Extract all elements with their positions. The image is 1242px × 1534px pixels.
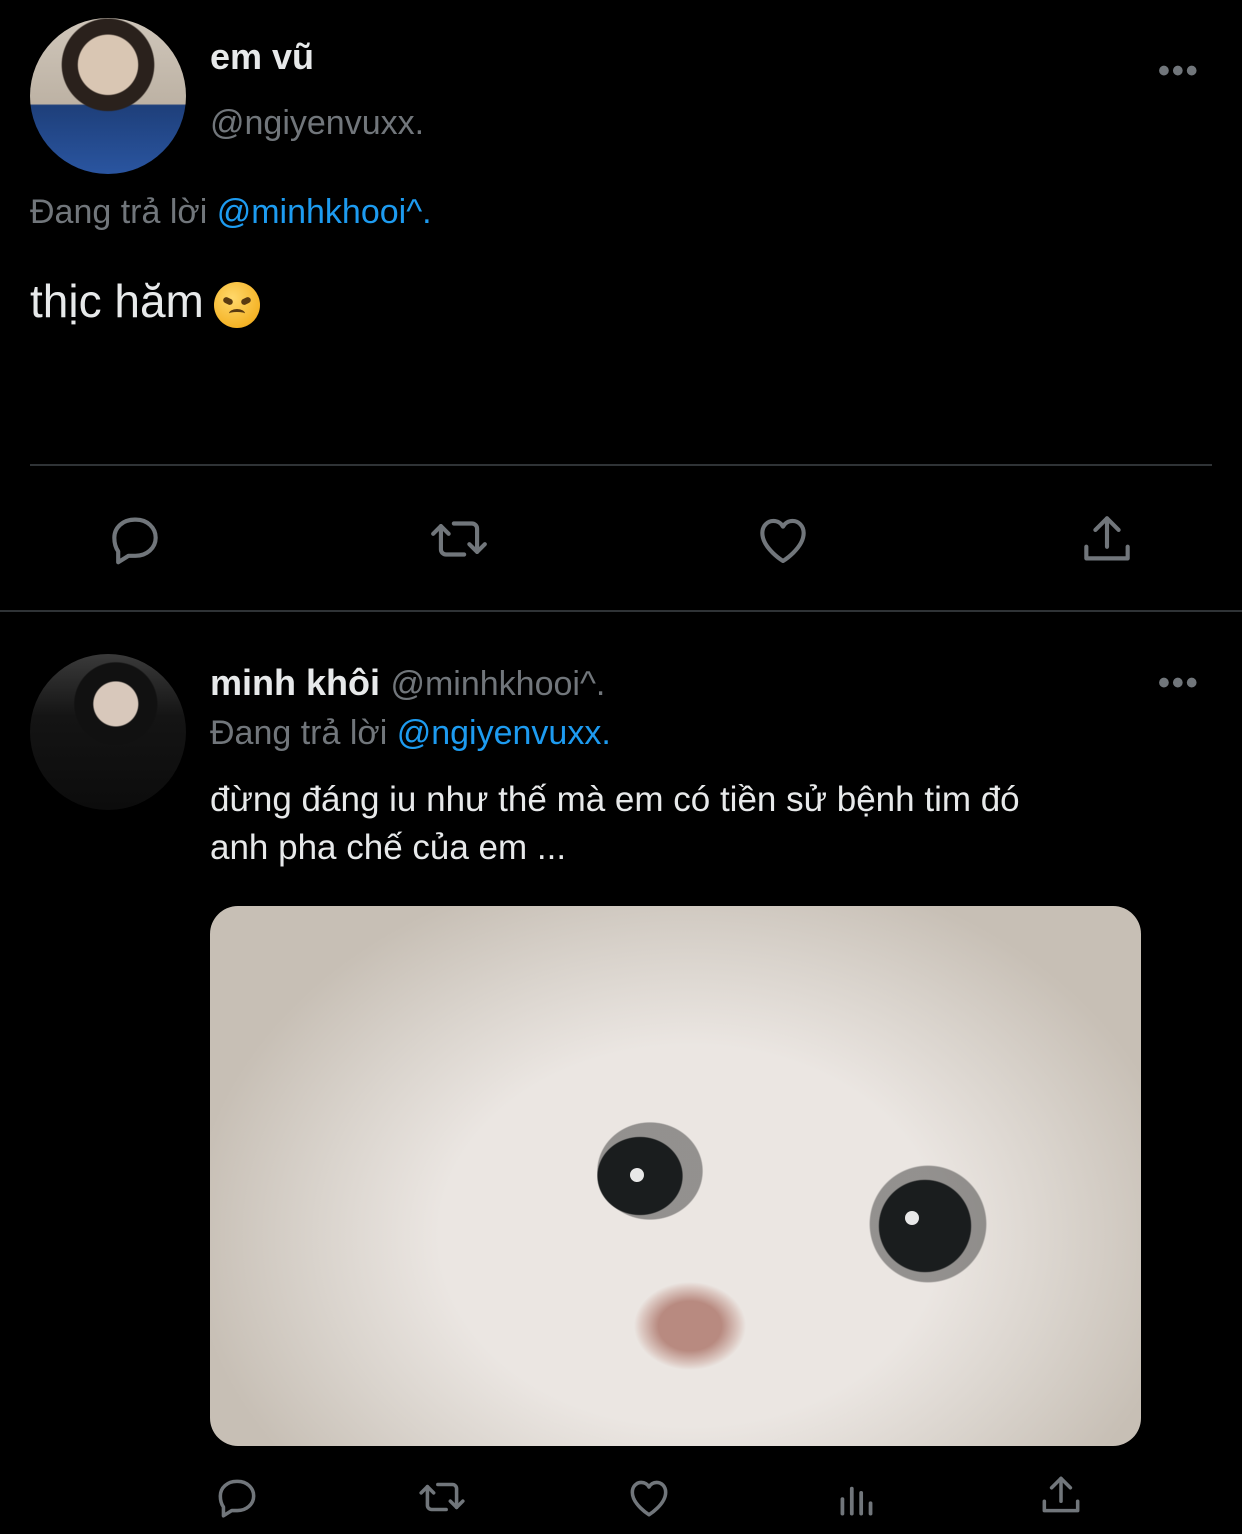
tweet-body: thịc hăm bbox=[30, 275, 204, 327]
tweet-text-line: anh pha chế của em ... bbox=[210, 828, 567, 867]
media-detail bbox=[630, 1168, 644, 1182]
user-handle[interactable]: @minhkhooi^. bbox=[390, 665, 605, 703]
avatar[interactable] bbox=[30, 18, 186, 174]
replying-to: Đang trả lời @ngiyenvuxx. bbox=[210, 714, 611, 753]
replying-to-label: Đang trả lời bbox=[30, 193, 208, 231]
display-name[interactable]: minh khôi bbox=[210, 662, 380, 703]
retweet-icon[interactable] bbox=[426, 508, 492, 570]
retweet-icon[interactable] bbox=[414, 1472, 470, 1522]
analytics-icon[interactable] bbox=[832, 1472, 882, 1522]
display-name[interactable]: em vũ bbox=[210, 36, 314, 78]
replying-to-mention[interactable]: @ngiyenvuxx. bbox=[397, 714, 611, 752]
share-icon[interactable] bbox=[1076, 508, 1138, 570]
like-icon[interactable] bbox=[624, 1472, 674, 1522]
tweet-media-image[interactable] bbox=[210, 906, 1141, 1446]
tweet-header: minh khôi @minhkhooi^. bbox=[210, 662, 605, 704]
divider bbox=[0, 610, 1242, 612]
reply-icon[interactable] bbox=[104, 508, 166, 570]
angry-face-emoji-icon bbox=[213, 281, 260, 328]
divider bbox=[30, 464, 1212, 466]
replying-to: Đang trả lời @minhkhooi^. bbox=[30, 193, 432, 232]
tweet-text: đừng đáng iu như thế mà em có tiền sử bệ… bbox=[210, 776, 1210, 872]
avatar[interactable] bbox=[30, 654, 186, 810]
like-icon[interactable] bbox=[752, 508, 814, 570]
media-detail bbox=[905, 1211, 919, 1225]
share-icon[interactable] bbox=[1036, 1470, 1086, 1520]
more-options-icon[interactable]: ••• bbox=[1158, 664, 1200, 703]
replying-to-label: Đang trả lời bbox=[210, 714, 388, 752]
user-handle[interactable]: @ngiyenvuxx. bbox=[210, 104, 424, 143]
replying-to-mention[interactable]: @minhkhooi^. bbox=[217, 193, 432, 231]
reply-icon[interactable] bbox=[212, 1472, 262, 1522]
more-options-icon[interactable]: ••• bbox=[1158, 52, 1200, 91]
tweet-text-line: đừng đáng iu như thế mà em có tiền sử bệ… bbox=[210, 780, 1020, 819]
tweet-text: thịc hăm bbox=[30, 274, 260, 328]
